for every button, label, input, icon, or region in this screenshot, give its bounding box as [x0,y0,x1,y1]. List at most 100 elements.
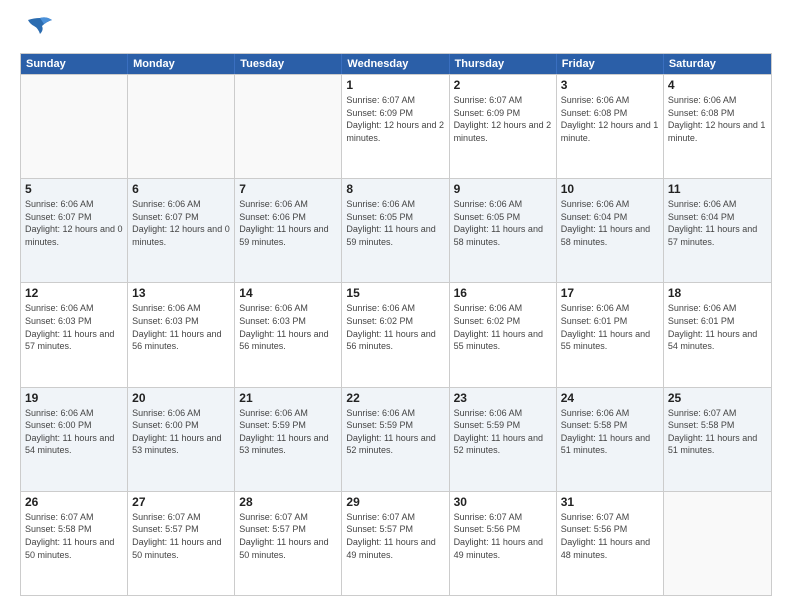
day-number: 10 [561,182,659,196]
cal-cell-3-1: 12 Sunrise: 6:06 AMSunset: 6:03 PMDayligh… [21,283,128,386]
day-number: 12 [25,286,123,300]
cal-week-2: 5 Sunrise: 6:06 AMSunset: 6:07 PMDaylight… [21,178,771,282]
day-number: 31 [561,495,659,509]
cal-header-thursday: Thursday [450,54,557,74]
day-number: 4 [668,78,767,92]
day-info: Sunrise: 6:06 AMSunset: 5:58 PMDaylight:… [561,407,659,457]
cal-week-5: 26 Sunrise: 6:07 AMSunset: 5:58 PMDayligh… [21,491,771,595]
day-info: Sunrise: 6:06 AMSunset: 6:06 PMDaylight:… [239,198,337,248]
cal-week-1: 1 Sunrise: 6:07 AMSunset: 6:09 PMDaylight… [21,74,771,178]
cal-cell-2-5: 9Sunrise: 6:06 AMSunset: 6:05 PMDaylight… [450,179,557,282]
cal-cell-3-5: 16Sunrise: 6:06 AMSunset: 6:02 PMDayligh… [450,283,557,386]
day-info: Sunrise: 6:06 AMSunset: 6:04 PMDaylight:… [561,198,659,248]
day-number: 30 [454,495,552,509]
day-number: 1 [346,78,444,92]
day-info: Sunrise: 6:06 AMSunset: 6:08 PMDaylight:… [668,94,767,144]
day-number: 18 [668,286,767,300]
day-info: Sunrise: 6:07 AMSunset: 5:57 PMDaylight:… [239,511,337,561]
cal-header-tuesday: Tuesday [235,54,342,74]
day-info: Sunrise: 6:06 AMSunset: 6:03 PMDaylight:… [25,302,123,352]
cal-cell-4-5: 23Sunrise: 6:06 AMSunset: 5:59 PMDayligh… [450,388,557,491]
day-number: 3 [561,78,659,92]
day-number: 14 [239,286,337,300]
day-info: Sunrise: 6:06 AMSunset: 6:00 PMDaylight:… [132,407,230,457]
day-info: Sunrise: 6:07 AMSunset: 5:58 PMDaylight:… [25,511,123,561]
day-number: 28 [239,495,337,509]
cal-cell-5-5: 30 Sunrise: 6:07 AMSunset: 5:56 PMDayligh… [450,492,557,595]
cal-cell-1-6: 3 Sunrise: 6:06 AMSunset: 6:08 PMDaylight… [557,75,664,178]
day-info: Sunrise: 6:06 AMSunset: 6:05 PMDaylight:… [346,198,444,248]
day-info: Sunrise: 6:07 AMSunset: 5:56 PMDaylight:… [454,511,552,561]
day-info: Sunrise: 6:06 AMSunset: 6:03 PMDaylight:… [132,302,230,352]
cal-cell-2-3: 7Sunrise: 6:06 AMSunset: 6:06 PMDaylight… [235,179,342,282]
day-number: 15 [346,286,444,300]
logo [20,16,54,43]
day-info: Sunrise: 6:06 AMSunset: 6:00 PMDaylight:… [25,407,123,457]
day-info: Sunrise: 6:06 AMSunset: 6:07 PMDaylight:… [132,198,230,248]
day-number: 23 [454,391,552,405]
cal-header-friday: Friday [557,54,664,74]
day-info: Sunrise: 6:07 AMSunset: 5:57 PMDaylight:… [346,511,444,561]
day-info: Sunrise: 6:07 AMSunset: 6:09 PMDaylight:… [454,94,552,144]
day-info: Sunrise: 6:06 AMSunset: 6:04 PMDaylight:… [668,198,767,248]
day-info: Sunrise: 6:06 AMSunset: 6:02 PMDaylight:… [346,302,444,352]
day-number: 11 [668,182,767,196]
cal-cell-4-1: 19Sunrise: 6:06 AMSunset: 6:00 PMDayligh… [21,388,128,491]
cal-cell-4-7: 25Sunrise: 6:07 AMSunset: 5:58 PMDayligh… [664,388,771,491]
day-info: Sunrise: 6:07 AMSunset: 5:56 PMDaylight:… [561,511,659,561]
day-number: 20 [132,391,230,405]
calendar-body: 1 Sunrise: 6:07 AMSunset: 6:09 PMDaylight… [21,74,771,595]
day-info: Sunrise: 6:07 AMSunset: 5:57 PMDaylight:… [132,511,230,561]
day-number: 26 [25,495,123,509]
logo-bird-icon [26,16,54,43]
cal-cell-3-4: 15 Sunrise: 6:06 AMSunset: 6:02 PMDayligh… [342,283,449,386]
day-number: 27 [132,495,230,509]
cal-cell-3-2: 13 Sunrise: 6:06 AMSunset: 6:03 PMDayligh… [128,283,235,386]
cal-header-saturday: Saturday [664,54,771,74]
cal-cell-2-1: 5 Sunrise: 6:06 AMSunset: 6:07 PMDaylight… [21,179,128,282]
day-info: Sunrise: 6:06 AMSunset: 5:59 PMDaylight:… [346,407,444,457]
day-number: 6 [132,182,230,196]
day-info: Sunrise: 6:06 AMSunset: 6:02 PMDaylight:… [454,302,552,352]
cal-cell-5-6: 31 Sunrise: 6:07 AMSunset: 5:56 PMDayligh… [557,492,664,595]
page: SundayMondayTuesdayWednesdayThursdayFrid… [0,0,792,612]
day-number: 29 [346,495,444,509]
cal-cell-1-4: 1Sunrise: 6:07 AMSunset: 6:09 PMDaylight… [342,75,449,178]
header [20,16,772,43]
day-number: 5 [25,182,123,196]
cal-cell-4-4: 22Sunrise: 6:06 AMSunset: 5:59 PMDayligh… [342,388,449,491]
cal-cell-5-7 [664,492,771,595]
cal-header-wednesday: Wednesday [342,54,449,74]
cal-cell-1-1 [21,75,128,178]
day-info: Sunrise: 6:06 AMSunset: 6:03 PMDaylight:… [239,302,337,352]
day-number: 24 [561,391,659,405]
day-number: 8 [346,182,444,196]
day-number: 13 [132,286,230,300]
cal-cell-3-6: 17Sunrise: 6:06 AMSunset: 6:01 PMDayligh… [557,283,664,386]
cal-cell-2-7: 11 Sunrise: 6:06 AMSunset: 6:04 PMDayligh… [664,179,771,282]
cal-cell-1-5: 2Sunrise: 6:07 AMSunset: 6:09 PMDaylight… [450,75,557,178]
cal-cell-5-2: 27 Sunrise: 6:07 AMSunset: 5:57 PMDayligh… [128,492,235,595]
cal-cell-5-4: 29 Sunrise: 6:07 AMSunset: 5:57 PMDayligh… [342,492,449,595]
day-number: 25 [668,391,767,405]
day-info: Sunrise: 6:06 AMSunset: 6:01 PMDaylight:… [668,302,767,352]
day-info: Sunrise: 6:06 AMSunset: 6:07 PMDaylight:… [25,198,123,248]
day-number: 21 [239,391,337,405]
cal-cell-2-2: 6 Sunrise: 6:06 AMSunset: 6:07 PMDaylight… [128,179,235,282]
day-info: Sunrise: 6:06 AMSunset: 5:59 PMDaylight:… [239,407,337,457]
day-number: 17 [561,286,659,300]
cal-cell-4-2: 20 Sunrise: 6:06 AMSunset: 6:00 PMDayligh… [128,388,235,491]
day-info: Sunrise: 6:06 AMSunset: 6:08 PMDaylight:… [561,94,659,144]
cal-cell-4-6: 24 Sunrise: 6:06 AMSunset: 5:58 PMDayligh… [557,388,664,491]
cal-cell-5-3: 28 Sunrise: 6:07 AMSunset: 5:57 PMDayligh… [235,492,342,595]
cal-cell-1-2 [128,75,235,178]
cal-week-4: 19Sunrise: 6:06 AMSunset: 6:00 PMDayligh… [21,387,771,491]
cal-cell-3-3: 14 Sunrise: 6:06 AMSunset: 6:03 PMDayligh… [235,283,342,386]
day-number: 9 [454,182,552,196]
cal-cell-2-6: 10 Sunrise: 6:06 AMSunset: 6:04 PMDayligh… [557,179,664,282]
cal-cell-5-1: 26 Sunrise: 6:07 AMSunset: 5:58 PMDayligh… [21,492,128,595]
cal-cell-2-4: 8 Sunrise: 6:06 AMSunset: 6:05 PMDaylight… [342,179,449,282]
cal-header-monday: Monday [128,54,235,74]
cal-cell-3-7: 18 Sunrise: 6:06 AMSunset: 6:01 PMDayligh… [664,283,771,386]
cal-cell-4-3: 21 Sunrise: 6:06 AMSunset: 5:59 PMDayligh… [235,388,342,491]
